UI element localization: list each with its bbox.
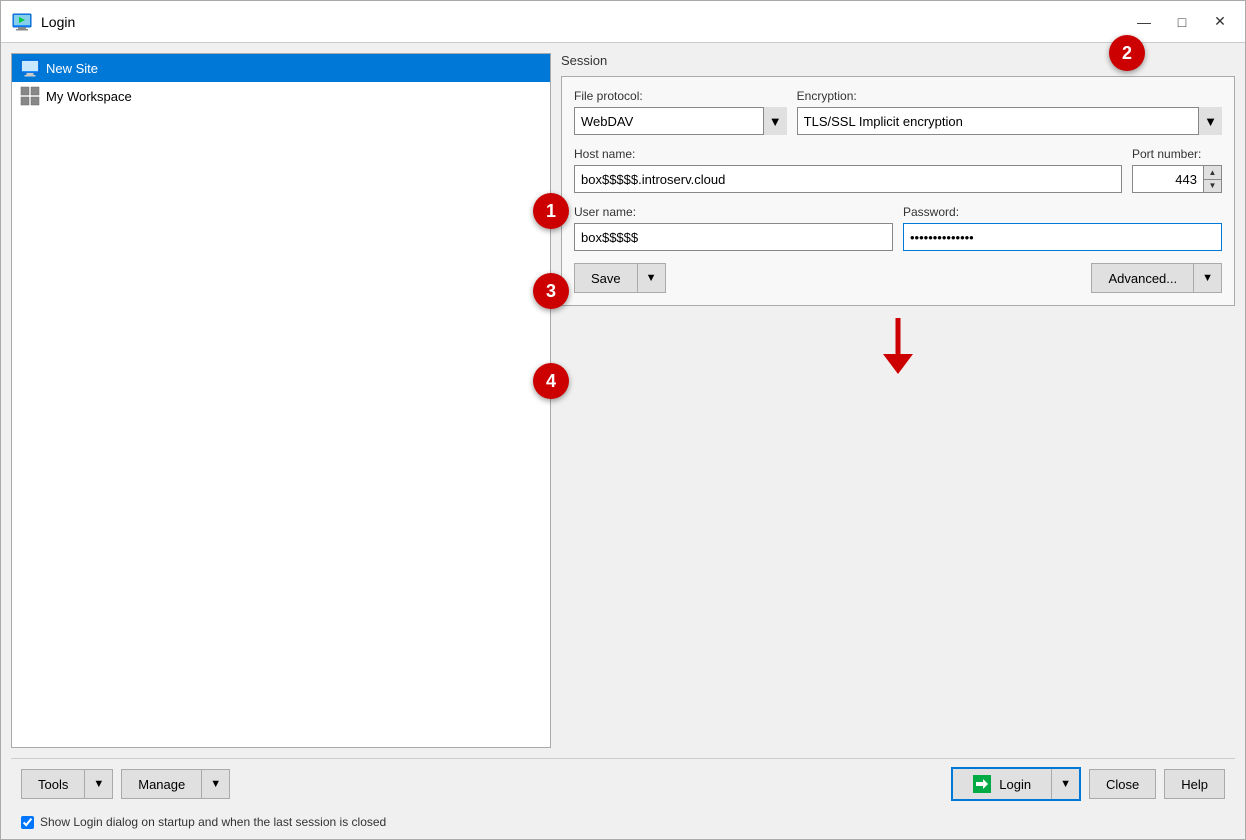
password-group: Password: xyxy=(903,205,1222,251)
username-input[interactable] xyxy=(574,223,893,251)
hostname-input[interactable] xyxy=(574,165,1122,193)
tools-dropdown-button[interactable]: ▼ xyxy=(85,769,113,799)
password-input[interactable] xyxy=(903,223,1222,251)
manage-button[interactable]: Manage xyxy=(121,769,202,799)
hostname-label: Host name: xyxy=(574,147,1122,161)
advanced-button[interactable]: Advanced... xyxy=(1091,263,1194,293)
close-button[interactable]: ✕ xyxy=(1205,11,1235,33)
workspace-icon xyxy=(20,86,40,106)
file-protocol-label: File protocol: xyxy=(574,89,787,103)
window-title: Login xyxy=(41,14,1129,30)
login-arrow-icon xyxy=(975,777,989,791)
checkbox-row: Show Login dialog on startup and when th… xyxy=(11,809,1235,835)
monitor-icon xyxy=(20,58,40,78)
title-bar: Login — □ ✕ xyxy=(1,1,1245,43)
login-btn-group: Login ▼ xyxy=(951,767,1081,801)
main-content: New Site My Workspace 1 2 3 4 Session xyxy=(1,43,1245,758)
tools-button[interactable]: Tools xyxy=(21,769,85,799)
encryption-select[interactable]: TLS/SSL Implicit encryption None TLS/SSL… xyxy=(797,107,1222,135)
manage-dropdown-button[interactable]: ▼ xyxy=(202,769,230,799)
encryption-select-wrap: TLS/SSL Implicit encryption None TLS/SSL… xyxy=(797,107,1222,135)
port-spinners: ▲ ▼ xyxy=(1203,166,1221,192)
show-login-checkbox[interactable] xyxy=(21,816,34,829)
port-group: Port number: ▲ ▼ xyxy=(1132,147,1222,193)
session-box: File protocol: WebDAV FTP SFTP SCP S3 ▼ xyxy=(561,76,1235,306)
save-btn-group: Save ▼ xyxy=(574,263,666,293)
session-panel: 1 2 3 4 Session File protocol: WebDAV FT… xyxy=(561,53,1235,748)
login-icon xyxy=(973,775,991,793)
manage-btn-group: Manage ▼ xyxy=(121,769,230,799)
site-list-item-my-workspace[interactable]: My Workspace xyxy=(12,82,550,110)
app-icon xyxy=(11,11,33,33)
save-dropdown-button[interactable]: ▼ xyxy=(638,263,666,293)
maximize-button[interactable]: □ xyxy=(1167,11,1197,33)
port-input[interactable] xyxy=(1133,166,1203,192)
tools-btn-group: Tools ▼ xyxy=(21,769,113,799)
login-dropdown-button[interactable]: ▼ xyxy=(1051,769,1079,799)
port-up-button[interactable]: ▲ xyxy=(1204,166,1221,180)
checkbox-label: Show Login dialog on startup and when th… xyxy=(40,815,386,829)
encryption-group: Encryption: TLS/SSL Implicit encryption … xyxy=(797,89,1222,135)
port-label: Port number: xyxy=(1132,147,1222,161)
hostname-row: Host name: Port number: ▲ ▼ xyxy=(574,147,1222,193)
my-workspace-label: My Workspace xyxy=(46,89,132,104)
protocol-row: File protocol: WebDAV FTP SFTP SCP S3 ▼ xyxy=(574,89,1222,135)
file-protocol-select[interactable]: WebDAV FTP SFTP SCP S3 xyxy=(574,107,787,135)
file-protocol-select-wrap: WebDAV FTP SFTP SCP S3 ▼ xyxy=(574,107,787,135)
port-down-button[interactable]: ▼ xyxy=(1204,180,1221,193)
credentials-row: User name: Password: xyxy=(574,205,1222,251)
advanced-btn-group: Advanced... ▼ xyxy=(1091,263,1222,293)
red-arrow-icon xyxy=(873,316,923,376)
login-window: Login — □ ✕ New Site xyxy=(0,0,1246,840)
bottom-left: Tools ▼ Manage ▼ xyxy=(21,769,230,799)
login-label: Login xyxy=(999,777,1031,792)
port-wrap: ▲ ▼ xyxy=(1132,165,1222,193)
help-button[interactable]: Help xyxy=(1164,769,1225,799)
password-label: Password: xyxy=(903,205,1222,219)
minimize-button[interactable]: — xyxy=(1129,11,1159,33)
site-list-item-new-site[interactable]: New Site xyxy=(12,54,550,82)
file-protocol-group: File protocol: WebDAV FTP SFTP SCP S3 ▼ xyxy=(574,89,787,135)
action-row: Save ▼ Advanced... ▼ xyxy=(574,263,1222,293)
advanced-dropdown-button[interactable]: ▼ xyxy=(1194,263,1222,293)
dialog-close-button[interactable]: Close xyxy=(1089,769,1156,799)
session-title: Session xyxy=(561,53,1235,68)
username-group: User name: xyxy=(574,205,893,251)
site-list-panel: New Site My Workspace xyxy=(11,53,551,748)
encryption-label: Encryption: xyxy=(797,89,1222,103)
bottom-right: Login ▼ Close Help xyxy=(951,767,1225,801)
bottom-section: Tools ▼ Manage ▼ xyxy=(1,758,1245,839)
login-button[interactable]: Login xyxy=(953,769,1051,799)
red-arrow-container xyxy=(561,316,1235,376)
username-label: User name: xyxy=(574,205,893,219)
new-site-label: New Site xyxy=(46,61,98,76)
bottom-bar: Tools ▼ Manage ▼ xyxy=(11,758,1235,809)
hostname-group: Host name: xyxy=(574,147,1122,193)
save-button[interactable]: Save xyxy=(574,263,638,293)
window-controls: — □ ✕ xyxy=(1129,11,1235,33)
